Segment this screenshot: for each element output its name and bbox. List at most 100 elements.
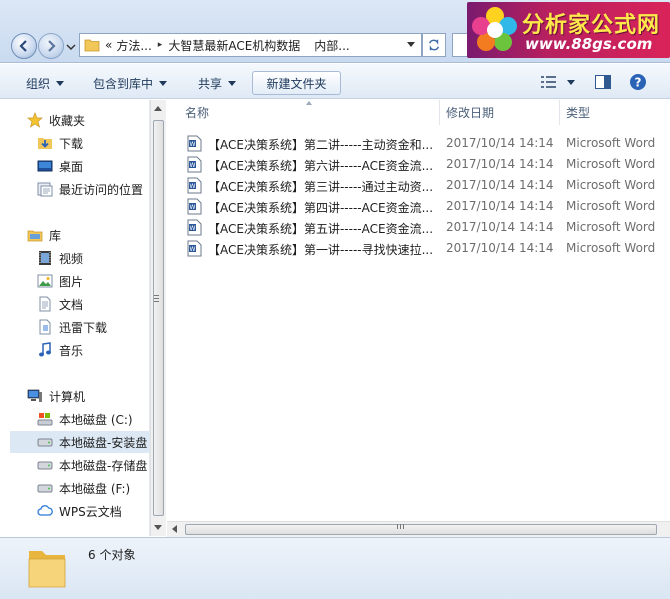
address-overflow[interactable]: « [105, 38, 112, 52]
back-button[interactable] [11, 33, 37, 59]
cloud-icon [37, 505, 53, 516]
address-bar[interactable]: « 方法... ▸ 大智慧最新ACE机构数据 内部... [79, 33, 422, 57]
grip-icon [397, 524, 405, 529]
scroll-left-icon[interactable] [172, 525, 177, 533]
preview-pane-button[interactable] [595, 73, 611, 91]
sidebar-item-label: 本地磁盘-存储盘 [59, 458, 148, 473]
recent-pages-dropdown-icon[interactable] [66, 42, 76, 52]
desktop-icon [37, 160, 53, 172]
flower-logo-icon [472, 7, 517, 51]
include-in-library-button[interactable]: 包含到库中 [93, 72, 168, 94]
file-type: Microsoft Word [566, 220, 656, 234]
sidebar-item-drive-f[interactable]: 本地磁盘 (F:) [37, 477, 150, 499]
address-segment-inner[interactable]: 内部... [314, 37, 349, 54]
folder-icon [28, 551, 66, 588]
file-type: Microsoft Word [566, 136, 656, 150]
scroll-down-icon[interactable] [154, 525, 162, 530]
new-folder-button[interactable]: 新建文件夹 [252, 71, 341, 95]
music-note-icon [39, 342, 51, 357]
organize-button[interactable]: 组织 [26, 72, 65, 94]
file-type: Microsoft Word [566, 241, 656, 255]
thunder-download-icon [39, 319, 51, 335]
table-row[interactable]: W 【ACE决策系统】第五讲-----ACE资金流... 2017/10/14 … [167, 217, 670, 238]
horizontal-scrollbar[interactable] [167, 521, 670, 537]
sidebar-item-label: 本地磁盘-安装盘 [59, 435, 148, 450]
details-pane: 6 个对象 [0, 537, 670, 599]
view-list-icon [541, 76, 556, 88]
item-count: 6 个对象 [88, 548, 136, 562]
address-segment-folder[interactable]: 大智慧最新ACE机构数据 [168, 37, 300, 54]
sidebar-item-label: 桌面 [59, 159, 84, 174]
file-type: Microsoft Word [566, 157, 656, 171]
file-name: 【ACE决策系统】第一讲-----寻找快速拉... [208, 243, 434, 257]
sidebar-library-label: 库 [49, 228, 62, 243]
sidebar-item-label: 文档 [59, 297, 84, 312]
column-header-type[interactable]: 类型 [560, 100, 670, 125]
svg-text:W: W [190, 204, 196, 211]
chevron-down-icon [228, 80, 237, 86]
logo-url: www.88gs.com [525, 35, 653, 53]
file-type: Microsoft Word [566, 199, 656, 213]
sidebar-item-label: 本地磁盘 (C:) [59, 412, 133, 427]
refresh-button[interactable] [422, 33, 446, 57]
pictures-icon [37, 274, 53, 288]
table-row[interactable]: W 【ACE决策系统】第三讲-----通过主动资... 2017/10/14 1… [167, 175, 670, 196]
sidebar-scrollbar[interactable] [150, 100, 166, 536]
sidebar-scroll-thumb[interactable] [153, 120, 164, 516]
sidebar-item-drive-c[interactable]: 本地磁盘 (C:) [37, 408, 150, 430]
forward-arrow-icon [48, 40, 56, 52]
sidebar-item-label: 音乐 [59, 343, 84, 358]
sidebar-item-storage-drive[interactable]: 本地磁盘-存储盘 [37, 454, 150, 476]
sidebar-item-label: 视频 [59, 251, 84, 266]
system-drive-icon [37, 413, 53, 426]
chevron-right-icon[interactable]: ▸ [158, 40, 163, 50]
scroll-up-icon[interactable] [154, 106, 162, 111]
svg-text:W: W [190, 183, 196, 190]
svg-text:W: W [190, 162, 196, 169]
sidebar-item-install-drive[interactable]: 本地磁盘-安装盘 [10, 431, 150, 453]
address-dropdown-icon[interactable] [407, 42, 415, 47]
file-name: 【ACE决策系统】第五讲-----ACE资金流... [208, 222, 434, 236]
sidebar-item-label: WPS云文档 [59, 504, 122, 519]
table-row[interactable]: W 【ACE决策系统】第四讲-----ACE资金流... 2017/10/14 … [167, 196, 670, 217]
chevron-down-icon [567, 79, 575, 85]
drive-icon [37, 461, 53, 470]
svg-text:W: W [190, 225, 196, 232]
file-name: 【ACE决策系统】第四讲-----ACE资金流... [208, 201, 434, 215]
sidebar-favorites-label: 收藏夹 [49, 113, 86, 128]
word-document-icon: W [187, 198, 202, 215]
help-icon: ? [630, 74, 646, 90]
svg-text:?: ? [635, 76, 642, 90]
refresh-icon [428, 39, 440, 51]
address-segment-method[interactable]: 方法... [116, 37, 151, 54]
chevron-down-icon [56, 80, 65, 86]
file-type: Microsoft Word [566, 178, 656, 192]
table-row[interactable]: W 【ACE决策系统】第一讲-----寻找快速拉... 2017/10/14 1… [167, 238, 670, 259]
file-name: 【ACE决策系统】第二讲-----主动资金和... [208, 138, 434, 152]
word-document-icon: W [187, 135, 202, 152]
horizontal-scroll-thumb[interactable] [185, 524, 657, 535]
computer-icon [27, 389, 42, 402]
svg-text:W: W [190, 246, 196, 253]
forward-button[interactable] [38, 33, 64, 59]
back-arrow-icon [19, 40, 27, 52]
table-row[interactable]: W 【ACE决策系统】第六讲-----ACE资金流... 2017/10/14 … [167, 154, 670, 175]
column-header-name[interactable]: 名称 [167, 100, 440, 125]
grip-icon [154, 295, 159, 303]
sidebar-item-label: 下载 [59, 136, 84, 151]
view-options-button[interactable] [540, 73, 575, 91]
share-button[interactable]: 共享 [198, 72, 237, 94]
table-row[interactable]: W 【ACE决策系统】第二讲-----主动资金和... 2017/10/14 1… [167, 133, 670, 154]
chevron-down-icon [159, 80, 168, 86]
documents-icon [39, 296, 51, 312]
sidebar-item-wps-cloud[interactable]: WPS云文档 [37, 500, 150, 522]
sidebar-item-label: 本地磁盘 (F:) [59, 481, 131, 496]
command-toolbar: 组织 包含到库中 共享 新建文件夹 ? [0, 64, 670, 99]
help-button[interactable]: ? [629, 73, 647, 91]
include-in-library-label: 包含到库中 [93, 76, 154, 91]
file-date: 2017/10/14 14:14 [446, 220, 554, 234]
column-header-date[interactable]: 修改日期 [440, 100, 560, 125]
drive-icon [37, 438, 53, 447]
navigation-bar: « 方法... ▸ 大智慧最新ACE机构数据 内部... 分析家公式网 www.… [0, 0, 670, 63]
svg-text:W: W [190, 141, 196, 148]
